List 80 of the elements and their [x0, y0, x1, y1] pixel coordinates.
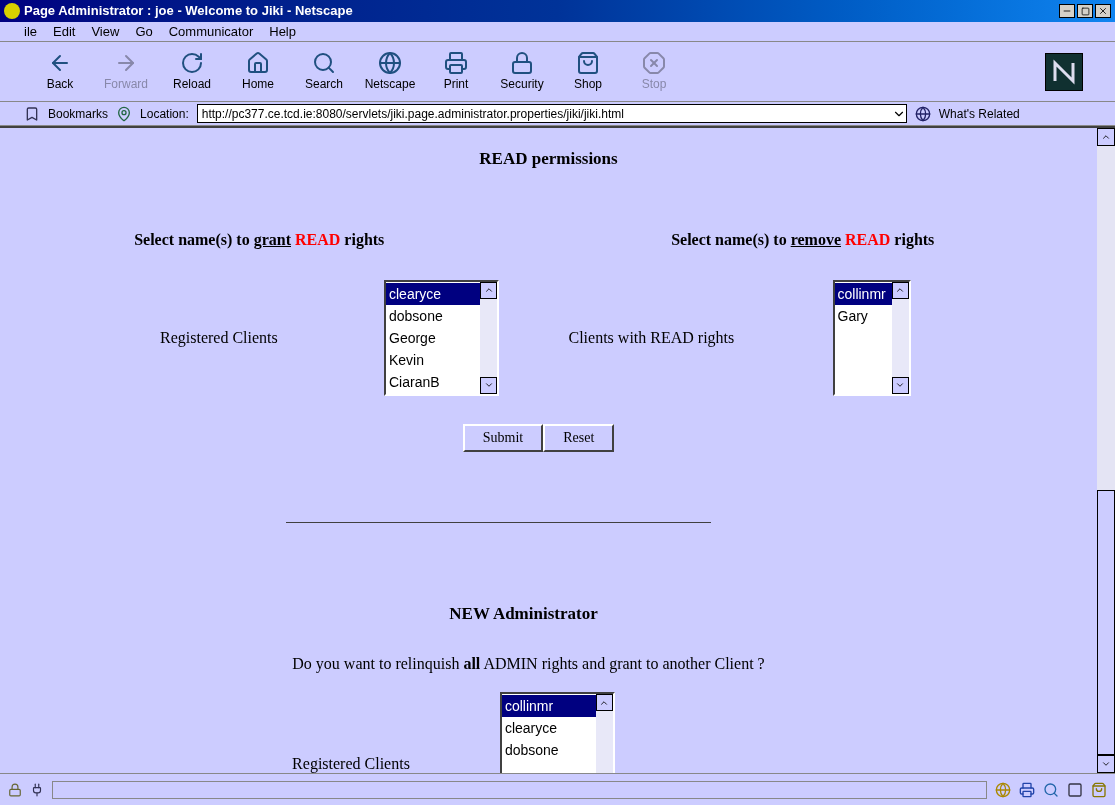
toolbar-button[interactable]: Reload	[164, 50, 220, 93]
minimize-button[interactable]	[1059, 4, 1075, 18]
list-label: Clients with READ rights	[568, 327, 736, 349]
scrollbar[interactable]	[1097, 128, 1115, 773]
form-button[interactable]: Reset	[543, 423, 615, 452]
list-option[interactable]: clearyce	[501, 717, 596, 739]
toolbar-button[interactable]: Home	[230, 50, 286, 93]
client-list[interactable]: collinmr clearyce dobsone	[499, 692, 615, 773]
menu-item[interactable]: View	[91, 21, 120, 42]
list-option[interactable]: George	[386, 326, 480, 349]
toolbar-button[interactable]: Print	[428, 50, 484, 93]
section-heading: NEW Administrator	[449, 602, 598, 625]
related-button[interactable]: What's Related	[938, 104, 1020, 123]
bookmarks-button[interactable]: Bookmarks	[48, 104, 109, 123]
url-field[interactable]: http://pc377.ce.tcd.ie:8080/servlets/jiki.page.administrator.properties/jiki/jiki.html	[196, 104, 907, 123]
client-list[interactable]: collinmr Gary	[832, 279, 911, 396]
window-icon	[1067, 781, 1083, 798]
toolbar-button[interactable]: Security	[494, 50, 550, 93]
list-option[interactable]: dobsone	[501, 739, 596, 761]
list-caption: Select name(s) to remove READ rights	[671, 229, 935, 251]
form-button[interactable]: Submit	[462, 423, 544, 452]
logo-icon	[1051, 58, 1077, 85]
lock-icon	[510, 50, 534, 75]
caret-down-icon	[483, 380, 494, 390]
maximize-icon	[1080, 6, 1090, 16]
list-option[interactable]: collinmr	[501, 695, 596, 717]
section-heading: READ permissions	[479, 148, 618, 170]
list-option[interactable]: clearyce	[386, 282, 480, 305]
caret-up-icon	[483, 285, 494, 295]
menu-item[interactable]: ile	[24, 21, 37, 42]
list-option[interactable]: collinmr	[834, 282, 892, 305]
list-label: Registered Clients	[292, 754, 410, 773]
location-icon	[116, 105, 133, 122]
globe-icon	[914, 105, 931, 122]
list-option[interactable]: CiaranB	[386, 370, 480, 393]
toolbar-button[interactable]: Shop	[560, 50, 616, 93]
globe-icon	[378, 50, 402, 75]
plug-icon	[30, 782, 44, 797]
reload-icon	[180, 50, 204, 75]
list-label: Registered Clients	[160, 327, 279, 349]
menu-item[interactable]: Help	[269, 21, 296, 42]
search-icon	[312, 50, 336, 75]
globe-icon	[995, 781, 1011, 798]
caret-up-icon	[895, 285, 905, 295]
maximize-button[interactable]	[1077, 4, 1093, 18]
menu-item[interactable]: Communicator	[168, 21, 254, 42]
client-list[interactable]: clearyce dobsone George Kevin CiaranB	[384, 279, 499, 396]
menu-item[interactable]: Go	[135, 21, 153, 42]
toolbar-button[interactable]: Netscape	[362, 50, 418, 93]
bag-icon	[576, 50, 600, 75]
toolbar-button[interactable]: Search	[296, 50, 352, 93]
scroll-up-button[interactable]	[480, 281, 497, 299]
caret-up-icon	[1101, 132, 1111, 142]
admin-question: Do you want to relinquish all ADMIN rights and grant to another Client ?	[292, 654, 765, 675]
caret-down-icon	[895, 380, 905, 390]
search-icon	[1043, 781, 1059, 798]
home-icon	[246, 50, 270, 75]
list-option[interactable]: Gary	[834, 304, 892, 327]
scroll-up-button[interactable]	[1097, 128, 1115, 146]
toolbar-button[interactable]: Back	[32, 50, 88, 93]
printer-icon	[444, 50, 468, 75]
scroll-down-button[interactable]	[1097, 755, 1115, 773]
close-button[interactable]	[1095, 4, 1111, 18]
list-option[interactable]: dobsone	[386, 304, 480, 327]
scroll-thumb[interactable]	[1097, 490, 1115, 755]
lock-icon	[8, 782, 22, 797]
list-option[interactable]: Kevin	[386, 348, 480, 371]
scroll-down-button[interactable]	[891, 376, 909, 394]
list-caption: Select name(s) to grant READ rights	[134, 229, 385, 251]
app-icon	[4, 3, 20, 19]
scroll-down-button[interactable]	[480, 376, 497, 394]
menu-item[interactable]: Edit	[53, 21, 76, 42]
location-label: Location:	[140, 105, 189, 123]
stop-icon	[642, 50, 666, 75]
bag-icon	[1091, 781, 1107, 798]
window-title: Page Administrator : joe - Welcome to Jiki - Netscape	[24, 2, 354, 21]
bookmark-icon	[24, 105, 40, 122]
printer-icon	[1019, 781, 1035, 798]
close-icon	[1098, 6, 1108, 16]
caret-down-icon	[1101, 759, 1111, 769]
